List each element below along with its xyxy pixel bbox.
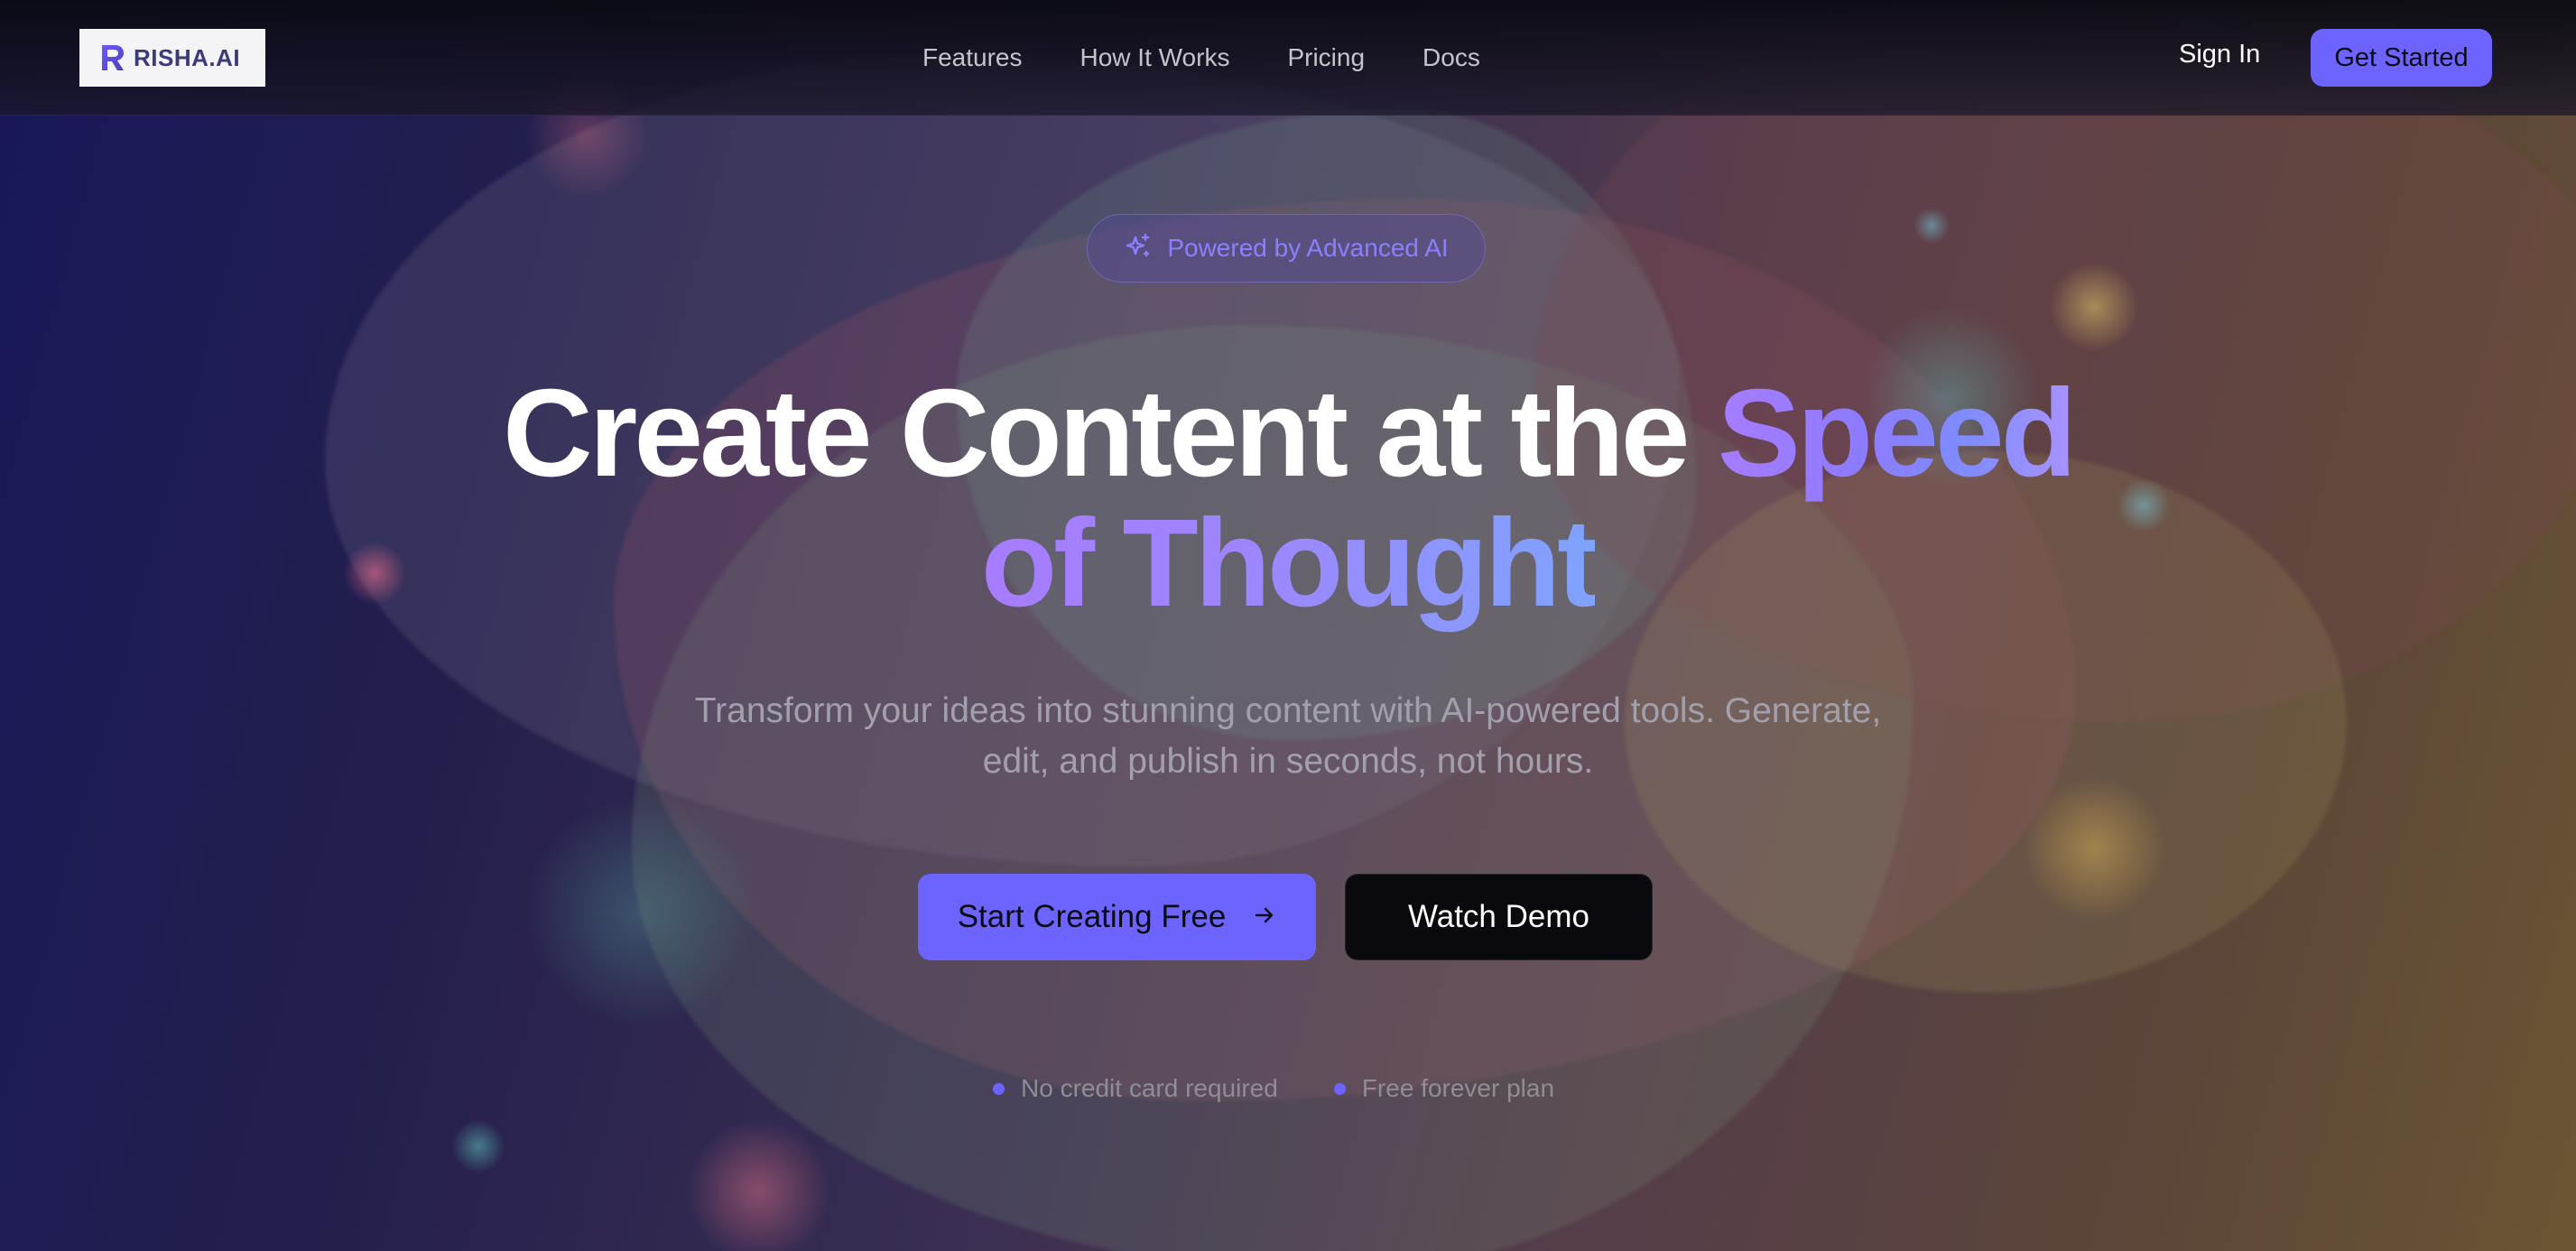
background-glow [451,1119,505,1173]
nav-link-pricing[interactable]: Pricing [1287,43,1365,72]
perk-item: Free forever plan [1333,1074,1555,1103]
headline-accent-thought: of Thought [980,494,1598,633]
nav-link-features[interactable]: Features [922,43,1023,72]
perk-item: No credit card required [993,1074,1278,1103]
background-glow [524,794,758,1029]
bullet-dot-icon [993,1082,1005,1095]
bullet-dot-icon [1333,1082,1346,1095]
subtitle-line-1: Transform your ideas into stunning conte… [694,691,1882,730]
background-glow [686,1119,830,1251]
hero-subtitle: Transform your ideas into stunning conte… [0,686,2576,787]
nav-link-docs[interactable]: Docs [1422,43,1480,72]
background-glow [1913,208,1950,244]
start-creating-button[interactable]: Start Creating Free [918,874,1316,960]
start-creating-label: Start Creating Free [957,899,1227,934]
nav-links: Features How It Works Pricing Docs [922,0,1480,116]
brand-name: RISHA.AI [134,43,241,71]
arrow-right-icon [1253,899,1276,935]
logo-mark-icon [99,42,126,73]
perk-text: No credit card required [1021,1074,1278,1102]
background-glow [2022,776,2166,921]
sign-in-link[interactable]: Sign In [2179,40,2260,70]
nav-link-how-it-works[interactable]: How It Works [1080,43,1230,72]
powered-by-badge: Powered by Advanced AI [1087,214,1486,283]
landing-page: RISHA.AI Features How It Works Pricing D… [0,0,2576,1251]
perk-text: Free forever plan [1361,1074,1555,1102]
brand-logo[interactable]: RISHA.AI [79,29,265,87]
subtitle-line-2: edit, and publish in seconds, not hours. [982,742,1594,781]
top-nav: RISHA.AI Features How It Works Pricing D… [0,0,2576,116]
sparkles-icon [1124,232,1153,265]
headline-accent-speed: Speed [1717,364,2077,503]
watch-demo-button[interactable]: Watch Demo [1345,874,1653,960]
badge-text: Powered by Advanced AI [1167,234,1449,262]
background-glow [2049,262,2139,352]
hero-perks: No credit card required Free forever pla… [993,1074,1554,1103]
get-started-button[interactable]: Get Started [2311,29,2492,87]
hero-headline: Create Content at the Speed of Thought [0,368,2576,628]
headline-plain: Create Content at the [503,364,1718,503]
